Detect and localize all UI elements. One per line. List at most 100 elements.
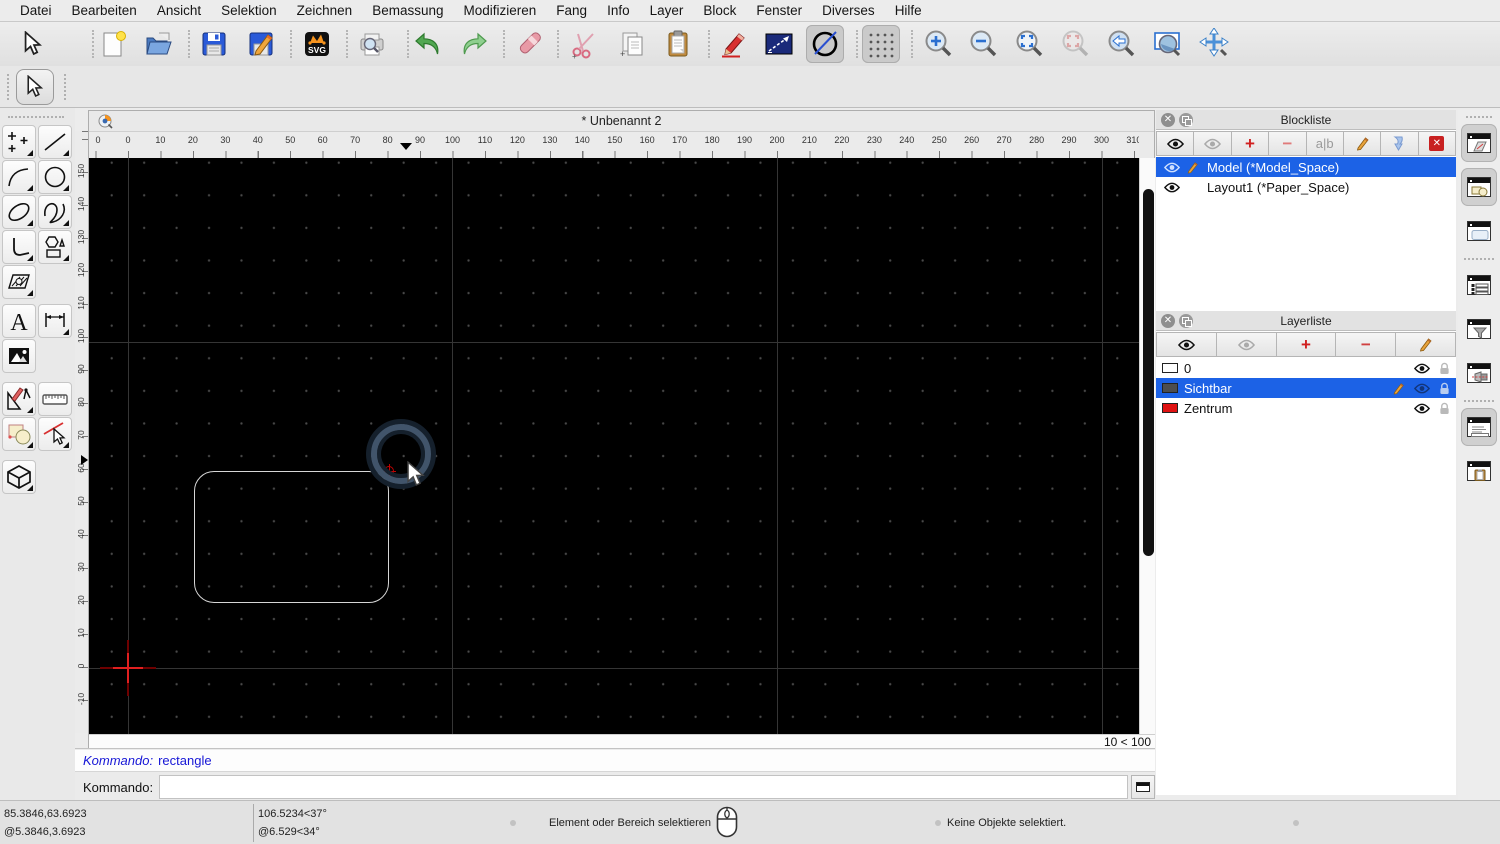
edit-pencil-button[interactable] [714,25,752,63]
paste-button[interactable] [659,25,697,63]
print-preview-button[interactable] [353,25,391,63]
dock-clipboard-button[interactable] [1461,452,1497,490]
insert-block-button[interactable] [1381,131,1419,156]
menu-bearbeiten[interactable]: Bearbeiten [62,3,147,18]
zoom-pan-button[interactable] [1195,25,1233,63]
save-button[interactable] [195,25,233,63]
menu-block[interactable]: Block [693,3,746,18]
float-panel-icon[interactable] [1179,113,1193,127]
lock-icon[interactable] [1439,362,1450,375]
new-document-button[interactable] [94,25,132,63]
cut-button[interactable]: + [566,25,604,63]
copy-button[interactable]: + [613,25,651,63]
delete-block-button[interactable]: ✕ [1418,131,1456,156]
zoom-out-button[interactable] [965,25,1003,63]
detach-command-button[interactable] [1131,775,1155,799]
tool-dimension[interactable] [38,304,72,338]
dock-layer-list-button[interactable] [1461,168,1497,206]
open-file-button[interactable] [140,25,178,63]
menu-fang[interactable]: Fang [546,3,597,18]
tool-measure[interactable] [38,382,72,416]
layer-item[interactable]: 0 [1156,358,1456,378]
menu-layer[interactable]: Layer [640,3,694,18]
tool-image[interactable] [2,339,36,373]
pencil-icon[interactable] [1392,382,1405,395]
dock-render-button[interactable] [1461,354,1497,392]
circle-line-button[interactable] [806,25,844,63]
tool-text[interactable]: A [2,304,36,338]
block-item[interactable]: Model (*Model_Space) [1156,157,1456,177]
palette-drag-handle[interactable] [8,116,64,118]
hide-all-blocks-button[interactable] [1194,131,1232,156]
vertical-scrollbar[interactable] [1139,158,1155,734]
add-block-button[interactable]: + [1231,131,1270,156]
zoom-in-button[interactable] [920,25,958,63]
menu-diverses[interactable]: Diverses [812,3,885,18]
tool-circle[interactable] [38,160,72,194]
tool-points[interactable] [2,125,36,159]
show-all-blocks-button[interactable] [1156,131,1195,156]
menu-fenster[interactable]: Fenster [746,3,812,18]
svg-export-button[interactable]: SVG [298,25,336,63]
tool-spline[interactable] [38,195,72,229]
dock-block-list-button[interactable] [1461,124,1497,162]
add-layer-button[interactable]: + [1276,332,1337,357]
eye-icon[interactable] [1414,403,1430,414]
rename-block-button[interactable]: a|b [1306,131,1344,156]
toolbar-drag-handle[interactable] [1466,116,1492,118]
tool-cube[interactable] [2,460,36,494]
show-all-layers-button[interactable] [1156,332,1217,357]
remove-block-button[interactable]: − [1269,131,1307,156]
tool-construction[interactable] [2,382,36,416]
layer-item[interactable]: Zentrum [1156,398,1456,418]
eye-icon[interactable] [1414,383,1430,394]
menu-modifizieren[interactable]: Modifizieren [454,3,547,18]
float-panel-icon[interactable] [1179,314,1193,328]
selection-option-button[interactable] [16,69,54,105]
grid-toggle-button[interactable] [862,25,900,63]
lock-icon[interactable] [1439,382,1450,395]
redo-button[interactable] [455,25,493,63]
lock-icon[interactable] [1439,402,1450,415]
tool-order[interactable] [2,417,36,451]
drawing-window-titlebar[interactable]: * Unbenannt 2 [89,111,1154,132]
vertical-scrollbar-thumb[interactable] [1142,189,1154,556]
eye-icon[interactable] [1164,182,1180,193]
menu-ansicht[interactable]: Ansicht [147,3,211,18]
menu-hilfe[interactable]: Hilfe [885,3,932,18]
toolbar-drag-handle[interactable] [7,74,9,100]
block-item[interactable]: Layout1 (*Paper_Space) [1156,177,1456,197]
layer-item[interactable]: Sichtbar [1156,378,1456,398]
tool-properties[interactable] [38,417,72,451]
drawing-canvas[interactable] [89,158,1139,734]
command-input[interactable] [159,775,1129,799]
zoom-window-button[interactable] [1149,25,1187,63]
zoom-auto-button[interactable] [1011,25,1049,63]
eye-icon[interactable] [1414,363,1430,374]
dock-filter-button[interactable] [1461,310,1497,348]
remove-layer-button[interactable]: − [1336,332,1397,357]
tool-arc[interactable] [2,160,36,194]
edit-layer-button[interactable] [1396,332,1456,357]
eye-icon[interactable] [1164,162,1180,173]
pencil-icon[interactable] [1186,161,1199,174]
tool-ellipse[interactable] [2,195,36,229]
close-icon[interactable]: ✕ [1161,314,1175,328]
line-box-button[interactable] [760,25,798,63]
tool-line[interactable] [38,125,72,159]
dock-command-line-button[interactable] [1461,408,1497,446]
menu-info[interactable]: Info [597,3,640,18]
menu-datei[interactable]: Datei [10,3,62,18]
undo-button[interactable] [409,25,447,63]
dock-library-button[interactable] [1461,212,1497,250]
zoom-selected-button[interactable] [1057,25,1095,63]
close-icon[interactable]: ✕ [1161,113,1175,127]
menu-zeichnen[interactable]: Zeichnen [287,3,363,18]
hide-all-layers-button[interactable] [1216,332,1277,357]
edit-block-button[interactable] [1343,131,1382,156]
toolbar-drag-handle[interactable] [64,74,66,100]
selection-tool-button[interactable] [14,25,52,63]
tool-polyline[interactable] [2,230,36,264]
drawn-rounded-rectangle[interactable] [194,471,389,603]
menu-selektion[interactable]: Selektion [211,3,287,18]
